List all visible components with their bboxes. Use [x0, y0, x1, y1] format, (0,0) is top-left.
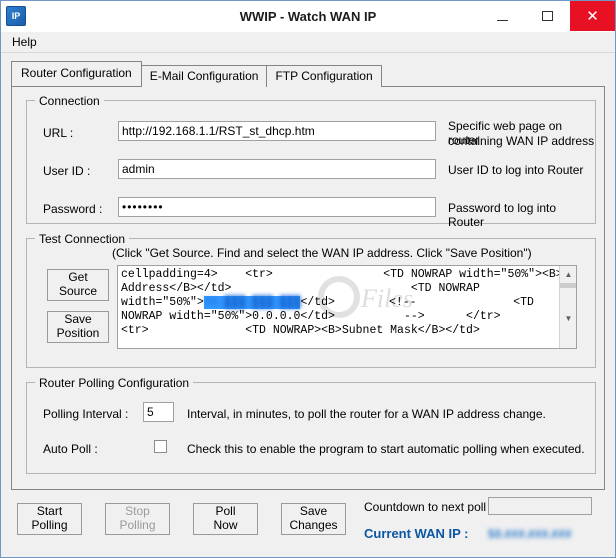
- connection-group-title: Connection: [35, 94, 104, 108]
- tab-email-configuration[interactable]: E-Mail Configuration: [140, 65, 268, 87]
- menu-item-help[interactable]: Help: [8, 33, 41, 51]
- caption-buttons: ✕: [480, 1, 615, 31]
- userid-input[interactable]: [118, 159, 436, 179]
- start-polling-button[interactable]: Start Polling: [17, 503, 82, 535]
- close-button[interactable]: ✕: [570, 1, 615, 31]
- test-connection-group-title: Test Connection: [35, 232, 130, 246]
- source-text-content: cellpadding=4> <tr> <TD NOWRAP width="50…: [121, 268, 576, 338]
- maximize-button[interactable]: [525, 1, 570, 31]
- bottom-bar: Start Polling Stop Polling Poll Now Save…: [1, 497, 615, 557]
- minimize-button[interactable]: [480, 1, 525, 31]
- polling-interval-label: Polling Interval :: [43, 407, 129, 421]
- test-connection-group: Test Connection (Click "Get Source. Find…: [26, 232, 596, 368]
- url-label: URL :: [43, 126, 74, 140]
- save-position-label-line1: Save: [64, 312, 92, 327]
- tab-strip: Router Configuration E-Mail Configuratio…: [11, 61, 615, 87]
- scroll-down-icon[interactable]: ▼: [560, 288, 576, 348]
- source-line-3-comment: <!-- <TD: [388, 296, 534, 309]
- save-changes-button[interactable]: Save Changes: [281, 503, 346, 535]
- source-line-5: <tr> <TD NOWRAP><B>Subnet Mask</B></td>: [121, 324, 480, 337]
- auto-poll-checkbox[interactable]: [154, 440, 167, 453]
- maximize-icon: [542, 11, 553, 21]
- current-wan-ip-label: Current WAN IP :: [364, 526, 469, 541]
- selected-wan-ip: 50.███.███.███: [203, 296, 301, 309]
- scroll-up-icon[interactable]: ▲: [560, 266, 576, 283]
- auto-poll-hint: Check this to enable the program to star…: [187, 442, 585, 456]
- countdown-value: [488, 497, 592, 515]
- minimize-icon: [497, 19, 508, 21]
- get-source-label-line1: Get: [68, 270, 88, 285]
- polling-interval-hint: Interval, in minutes, to poll the router…: [187, 407, 546, 421]
- countdown-label: Countdown to next poll :: [364, 500, 493, 514]
- url-hint-line2: containing WAN IP address: [448, 134, 595, 148]
- tab-router-configuration[interactable]: Router Configuration: [11, 61, 142, 86]
- save-changes-line2: Changes: [289, 518, 338, 532]
- source-scrollbar[interactable]: ▲ ▼: [559, 266, 576, 348]
- polling-group-title: Router Polling Configuration: [35, 376, 194, 390]
- polling-interval-input[interactable]: [143, 402, 174, 422]
- source-line-1: cellpadding=4> <tr> <TD NOWRAP width="50…: [121, 268, 577, 281]
- source-line-4: NOWRAP width="50%">0.0.0.0</td> --> </tr…: [121, 310, 501, 323]
- tab-panel-router-configuration: Connection URL : Specific web page on ro…: [11, 86, 605, 490]
- poll-now-button[interactable]: Poll Now: [193, 503, 258, 535]
- password-input[interactable]: [118, 197, 436, 217]
- source-text-area[interactable]: Files cellpadding=4> <tr> <TD NOWRAP wid…: [117, 265, 577, 349]
- start-polling-line1: Start: [36, 504, 63, 519]
- poll-now-line2: Now: [213, 518, 238, 532]
- title-bar: IP WWIP - Watch WAN IP ✕: [1, 1, 615, 32]
- password-label: Password :: [43, 202, 103, 216]
- url-input[interactable]: [118, 121, 436, 141]
- password-hint: Password to log into Router: [448, 201, 557, 229]
- connection-group: Connection URL : Specific web page on ro…: [26, 94, 596, 229]
- stop-polling-line2: Polling: [119, 518, 156, 532]
- test-connection-instruction: (Click "Get Source. Find and select the …: [112, 246, 532, 260]
- save-changes-line1: Save: [299, 504, 328, 519]
- start-polling-line2: Polling: [31, 518, 68, 532]
- get-source-button[interactable]: Get Source: [47, 269, 109, 301]
- save-position-label-line2: Position: [56, 326, 100, 340]
- app-icon: IP: [6, 6, 26, 26]
- source-line-3-suffix: </td>: [300, 296, 335, 309]
- source-line-3-prefix: width="50%">: [121, 296, 204, 309]
- poll-now-line1: Poll: [215, 504, 236, 519]
- close-icon: ✕: [586, 8, 599, 25]
- stop-polling-button[interactable]: Stop Polling: [105, 503, 170, 535]
- save-position-button[interactable]: Save Position: [47, 311, 109, 343]
- userid-label: User ID :: [43, 164, 91, 178]
- auto-poll-label: Auto Poll :: [43, 442, 98, 456]
- source-line-2: Address</B></td> <TD NOWRAP: [121, 282, 480, 295]
- menu-bar: Help: [1, 32, 615, 53]
- application-window: IP WWIP - Watch WAN IP ✕ Help Router Con…: [0, 0, 616, 558]
- stop-polling-line1: Stop: [125, 504, 150, 519]
- polling-group: Router Polling Configuration Polling Int…: [26, 376, 596, 474]
- tab-ftp-configuration[interactable]: FTP Configuration: [266, 65, 382, 87]
- current-wan-ip-value: 50.###.###.###: [488, 527, 572, 541]
- userid-hint: User ID to log into Router: [448, 163, 584, 177]
- get-source-label-line2: Source: [58, 284, 98, 298]
